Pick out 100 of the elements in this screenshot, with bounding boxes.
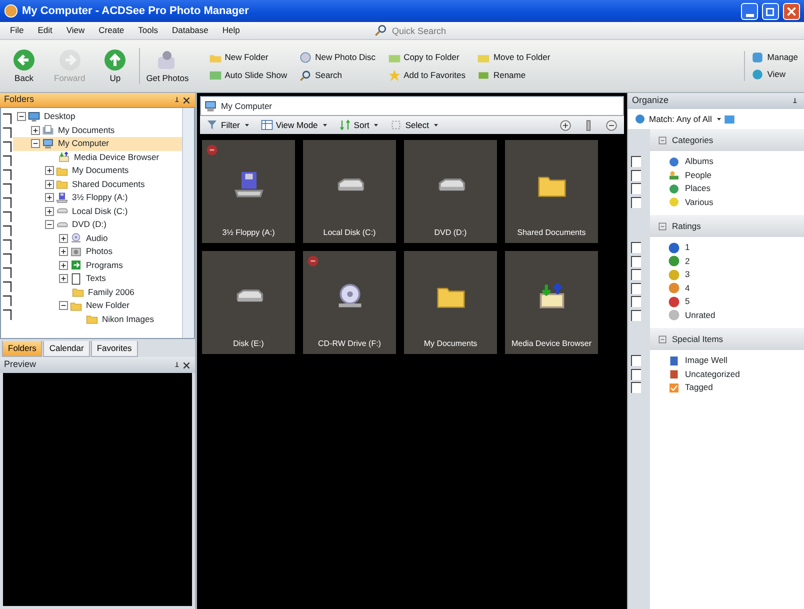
- tree-item[interactable]: Media Device Browser: [13, 150, 182, 164]
- tree-item[interactable]: Shared Documents: [13, 178, 182, 191]
- toolbar-button[interactable]: Select: [390, 118, 440, 132]
- menu-item[interactable]: Create: [92, 24, 130, 37]
- checkbox[interactable]: [631, 242, 641, 254]
- plus-icon: [46, 194, 53, 202]
- toolbar-button[interactable]: Sort: [338, 118, 380, 132]
- item-label[interactable]: 4: [685, 282, 690, 295]
- toolbar-button[interactable]: Add to Favorites: [388, 68, 466, 82]
- item-label[interactable]: Places: [685, 182, 711, 196]
- collapse-toggle[interactable]: [45, 220, 54, 230]
- item-label[interactable]: 5: [685, 295, 690, 308]
- checkbox[interactable]: [631, 368, 641, 380]
- tree-item[interactable]: Audio: [13, 232, 182, 245]
- expand-toggle[interactable]: [45, 180, 54, 189]
- file-tile[interactable]: Shared Documents: [505, 140, 598, 243]
- file-tile[interactable]: Disk (E:): [202, 251, 295, 354]
- checkbox[interactable]: [631, 269, 641, 280]
- collapse-toggle[interactable]: [31, 139, 40, 148]
- collapse-toggle[interactable]: [17, 112, 26, 122]
- tree-item[interactable]: Family 2006: [13, 286, 182, 299]
- item-label[interactable]: 3: [685, 268, 690, 282]
- toolbar-button[interactable]: Auto Slide Show: [208, 68, 288, 82]
- pane-tab[interactable]: Favorites: [90, 341, 138, 357]
- file-tile[interactable]: Media Device Browser: [505, 251, 598, 354]
- close-button[interactable]: [783, 2, 800, 20]
- tree-item[interactable]: Texts: [13, 272, 182, 286]
- item-label[interactable]: Various: [685, 196, 714, 209]
- collapse-toggle[interactable]: [59, 301, 68, 310]
- menu-item[interactable]: Edit: [32, 24, 58, 37]
- tree-item[interactable]: My Documents: [13, 164, 182, 178]
- tree-item[interactable]: Desktop: [13, 110, 182, 124]
- file-tile[interactable]: 3½ Floppy (A:): [202, 140, 295, 243]
- menu-item[interactable]: Help: [216, 24, 246, 37]
- checkbox[interactable]: [631, 282, 641, 294]
- checkbox[interactable]: [631, 310, 641, 321]
- tree-item[interactable]: Local Disk (C:): [13, 204, 182, 218]
- minimize-button[interactable]: [741, 2, 758, 20]
- menu-item[interactable]: Tools: [132, 24, 164, 37]
- item-label[interactable]: Image Well: [685, 354, 728, 368]
- checkbox[interactable]: [631, 355, 641, 366]
- checkbox[interactable]: [631, 156, 641, 168]
- caret-icon: [242, 121, 251, 129]
- path-field[interactable]: My Computer: [200, 96, 624, 116]
- up-button[interactable]: Up: [97, 48, 134, 84]
- expand-toggle[interactable]: [45, 193, 54, 202]
- checkbox[interactable]: [631, 170, 641, 181]
- tree-item[interactable]: My Computer: [13, 137, 182, 150]
- menu-item[interactable]: File: [4, 24, 30, 37]
- file-tile[interactable]: CD-RW Drive (F:): [303, 251, 396, 354]
- get-photos-button[interactable]: Get Photos: [139, 48, 195, 84]
- expand-toggle[interactable]: [59, 247, 68, 256]
- item-label[interactable]: 1: [685, 241, 690, 254]
- tree-item[interactable]: 3½ Floppy (A:): [13, 191, 182, 204]
- toolbar-button[interactable]: Copy to Folder: [388, 50, 466, 64]
- file-tile[interactable]: Local Disk (C:): [303, 140, 396, 243]
- toolbar-button[interactable]: Rename: [477, 68, 550, 82]
- checkbox[interactable]: [631, 196, 641, 208]
- expand-toggle[interactable]: [59, 234, 68, 243]
- back-button[interactable]: Back: [6, 48, 42, 84]
- restore-button[interactable]: [762, 2, 779, 20]
- item-label[interactable]: Tagged: [685, 381, 713, 394]
- checkbox[interactable]: [631, 183, 641, 194]
- expand-toggle[interactable]: [59, 274, 68, 284]
- mode-button[interactable]: View: [751, 68, 798, 81]
- tree-item[interactable]: New Folder: [13, 299, 182, 312]
- expand-toggle[interactable]: [45, 206, 54, 216]
- item-label[interactable]: People: [685, 168, 712, 182]
- toolbar-button[interactable]: New Folder: [208, 50, 288, 64]
- file-tile[interactable]: My Documents: [404, 251, 497, 354]
- menu-item[interactable]: View: [60, 24, 91, 37]
- mode-button[interactable]: Manage: [751, 51, 798, 64]
- item-label[interactable]: Albums: [685, 155, 714, 168]
- quick-search-field[interactable]: Quick Search: [390, 24, 470, 38]
- group-title: Ratings: [672, 220, 701, 232]
- search-button[interactable]: Search: [299, 68, 376, 82]
- pane-tab[interactable]: Folders: [2, 341, 42, 357]
- checkbox[interactable]: [631, 382, 641, 394]
- tree-item[interactable]: Programs: [13, 258, 182, 272]
- scroll-bar[interactable]: [182, 108, 194, 338]
- tree-item[interactable]: DVD (D:): [13, 218, 182, 232]
- file-tile[interactable]: DVD (D:): [404, 140, 497, 243]
- toolbar-button[interactable]: New Photo Disc: [299, 50, 376, 64]
- expand-toggle[interactable]: [31, 126, 40, 135]
- item-label[interactable]: 2: [685, 254, 690, 268]
- tree-item[interactable]: Photos: [13, 245, 182, 258]
- checkbox[interactable]: [631, 256, 641, 267]
- menu-item[interactable]: Database: [166, 24, 214, 37]
- checkbox[interactable]: [631, 296, 641, 308]
- tree-item[interactable]: Nikon Images: [13, 312, 182, 326]
- expand-toggle[interactable]: [45, 166, 54, 176]
- toolbar-button[interactable]: Filter: [206, 118, 251, 132]
- pane-tab[interactable]: Calendar: [43, 341, 90, 357]
- item-label[interactable]: Uncategorized: [685, 368, 740, 381]
- expand-toggle[interactable]: [59, 260, 68, 270]
- tree-item[interactable]: My Documents: [13, 124, 182, 137]
- item-label[interactable]: Unrated: [685, 308, 716, 322]
- caret-icon: [320, 121, 329, 129]
- toolbar-button[interactable]: View Mode: [260, 118, 329, 132]
- toolbar-button[interactable]: Move to Folder: [477, 50, 550, 64]
